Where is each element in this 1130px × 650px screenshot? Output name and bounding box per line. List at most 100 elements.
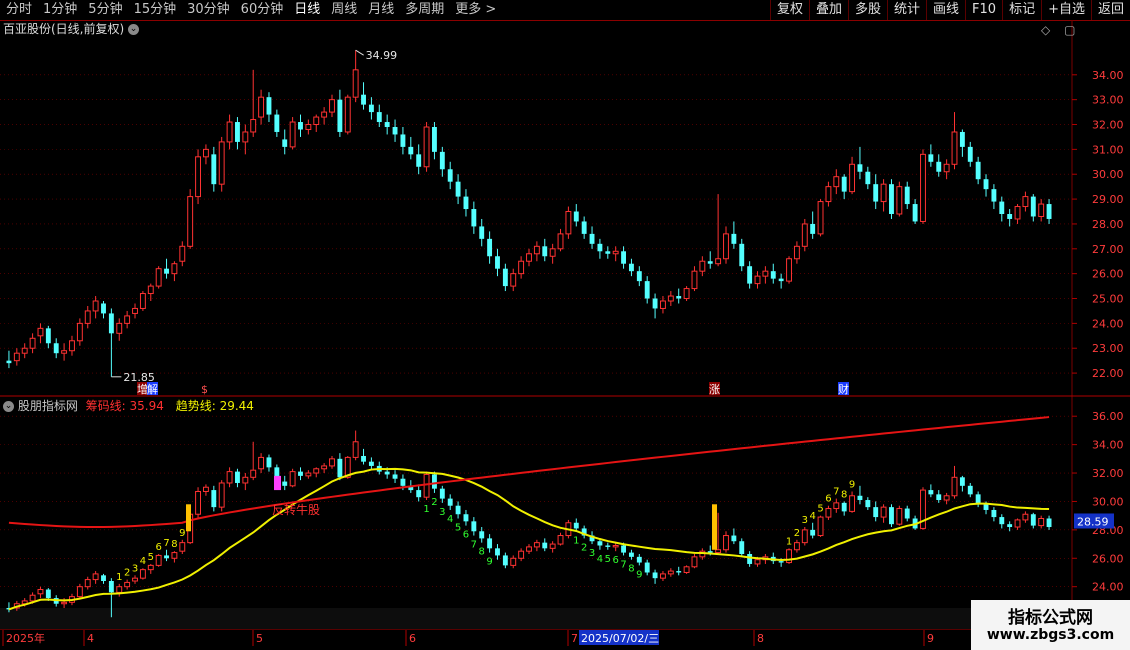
main-candle-up <box>29 337 36 349</box>
main-candle-down <box>573 211 579 222</box>
indicator-candle-up <box>202 486 209 493</box>
main-candle-down <box>337 99 343 132</box>
main-candle-down <box>1007 214 1013 219</box>
indicator-candle-down <box>621 545 626 553</box>
indicator-y-tick-label: 30.00 <box>1092 495 1124 508</box>
indicator-candle-up <box>313 468 320 474</box>
main-candle-up <box>518 260 525 275</box>
indicator-candle-down <box>810 529 816 536</box>
indicator-candle-down <box>337 458 343 478</box>
indicator-candle-down <box>739 541 745 555</box>
indicator-candle-down <box>298 471 303 476</box>
indicator-candle-up <box>29 594 36 602</box>
main-candle-up <box>951 131 958 165</box>
indicator-candle-up <box>1038 517 1045 527</box>
indicator-candle-up <box>549 543 556 549</box>
date-label-0: 2025年 <box>6 631 45 645</box>
sequence-count: 2 <box>124 568 130 579</box>
indicator-candle-up <box>817 516 824 537</box>
sequence-count: 6 <box>463 530 469 541</box>
main-candle-down <box>392 127 398 135</box>
sequence-count: 2 <box>581 542 587 553</box>
sequence-count: 8 <box>628 564 634 575</box>
main-candle-up <box>943 163 950 173</box>
main-candle-up <box>723 233 729 260</box>
indicator-candle-up <box>195 491 201 515</box>
restore-icon[interactable]: ▢ <box>1064 23 1075 37</box>
main-candle-down <box>707 261 713 264</box>
dropdown-chevron-icon[interactable]: ⌄ <box>128 24 140 35</box>
main-candle-down <box>266 97 272 115</box>
main-candle-down <box>991 189 997 202</box>
indicator-candle-down <box>778 561 784 563</box>
diamond-icon[interactable]: ◇ <box>1041 23 1050 37</box>
indicator-candle-down <box>502 555 508 566</box>
indicator-candle-up <box>139 569 146 579</box>
reversal-signal-bar <box>274 475 281 491</box>
indicator-candle-down <box>282 481 288 486</box>
sequence-count: 1 <box>573 535 579 546</box>
indicator-footer-band <box>0 608 1072 629</box>
indicator-candle-up <box>179 542 186 552</box>
sequence-count: 3 <box>132 563 138 574</box>
indicator-candle-down <box>991 509 997 518</box>
indicator-candle-up <box>76 586 83 598</box>
main-candle-up <box>195 156 201 198</box>
indicator-candle-down <box>652 572 658 579</box>
indicator-candle-down <box>235 471 240 483</box>
main-candle-down <box>581 221 587 234</box>
main-candle-up <box>171 263 178 275</box>
indicator-candle-down <box>1046 518 1052 528</box>
indicator-candle-up <box>250 469 257 478</box>
sequence-count: 8 <box>841 489 847 500</box>
main-candle-down <box>959 131 965 147</box>
indicator-candle-down <box>495 548 500 556</box>
event-marker-3: 涨 <box>709 383 720 396</box>
sequence-count: 9 <box>636 569 642 580</box>
main-candle-up <box>833 176 840 188</box>
main-candle-down <box>841 176 847 192</box>
main-candle-down <box>6 360 12 364</box>
main-candle-down <box>361 94 366 105</box>
indicator-candle-down <box>644 562 650 573</box>
indicator-candle-down <box>873 507 879 518</box>
main-candle-up <box>116 322 123 334</box>
main-candle-up <box>612 250 619 255</box>
indicator-candle-up <box>518 550 525 559</box>
main-candle-up <box>147 285 154 295</box>
indicator-candle-up <box>612 544 619 548</box>
main-candle-up <box>1022 196 1029 208</box>
indicator-candle-up <box>258 456 265 470</box>
main-candle-down <box>101 303 106 314</box>
main-candle-down <box>400 134 406 147</box>
main-candle-up <box>825 186 832 203</box>
indicator-candle-down <box>573 522 579 529</box>
sequence-count: 8 <box>171 539 177 550</box>
main-candle-down <box>739 243 745 267</box>
buy-signal-bar <box>712 504 717 550</box>
main-candle-down <box>589 233 595 244</box>
indicator-name[interactable]: 股朋指标网 <box>18 399 78 413</box>
main-candle-up <box>793 245 800 260</box>
indicator-candle-down <box>928 490 934 495</box>
indicator-y-tick-label: 26.00 <box>1092 552 1124 565</box>
main-candle-up <box>202 148 209 158</box>
event-marker-2: $ <box>201 383 208 396</box>
indicator-candle-up <box>352 441 359 458</box>
indicator-toggle-icon[interactable]: ⌄ <box>3 401 14 412</box>
indicator-y-tick-label: 36.00 <box>1092 410 1124 423</box>
indicator-candle-down <box>463 514 469 522</box>
date-label-1: 4 <box>87 632 94 645</box>
indicator-candle-down <box>841 502 847 512</box>
indicator-candle-up <box>526 546 532 552</box>
indicator-candle-up <box>667 570 674 575</box>
main-candle-up <box>124 315 131 324</box>
main-candle-down <box>983 179 989 190</box>
indicator-candle-down <box>164 555 169 559</box>
sequence-count: 6 <box>825 494 831 505</box>
indicator-candle-up <box>683 566 690 573</box>
main-candle-up <box>896 186 903 215</box>
indicator-y-tick-label: 24.00 <box>1092 581 1124 594</box>
kline-chart[interactable]: 34.00 33.00 32.00 31.00 30.00 29.00 28.00 27.00… <box>0 0 1130 650</box>
main-candle-up <box>21 347 28 354</box>
